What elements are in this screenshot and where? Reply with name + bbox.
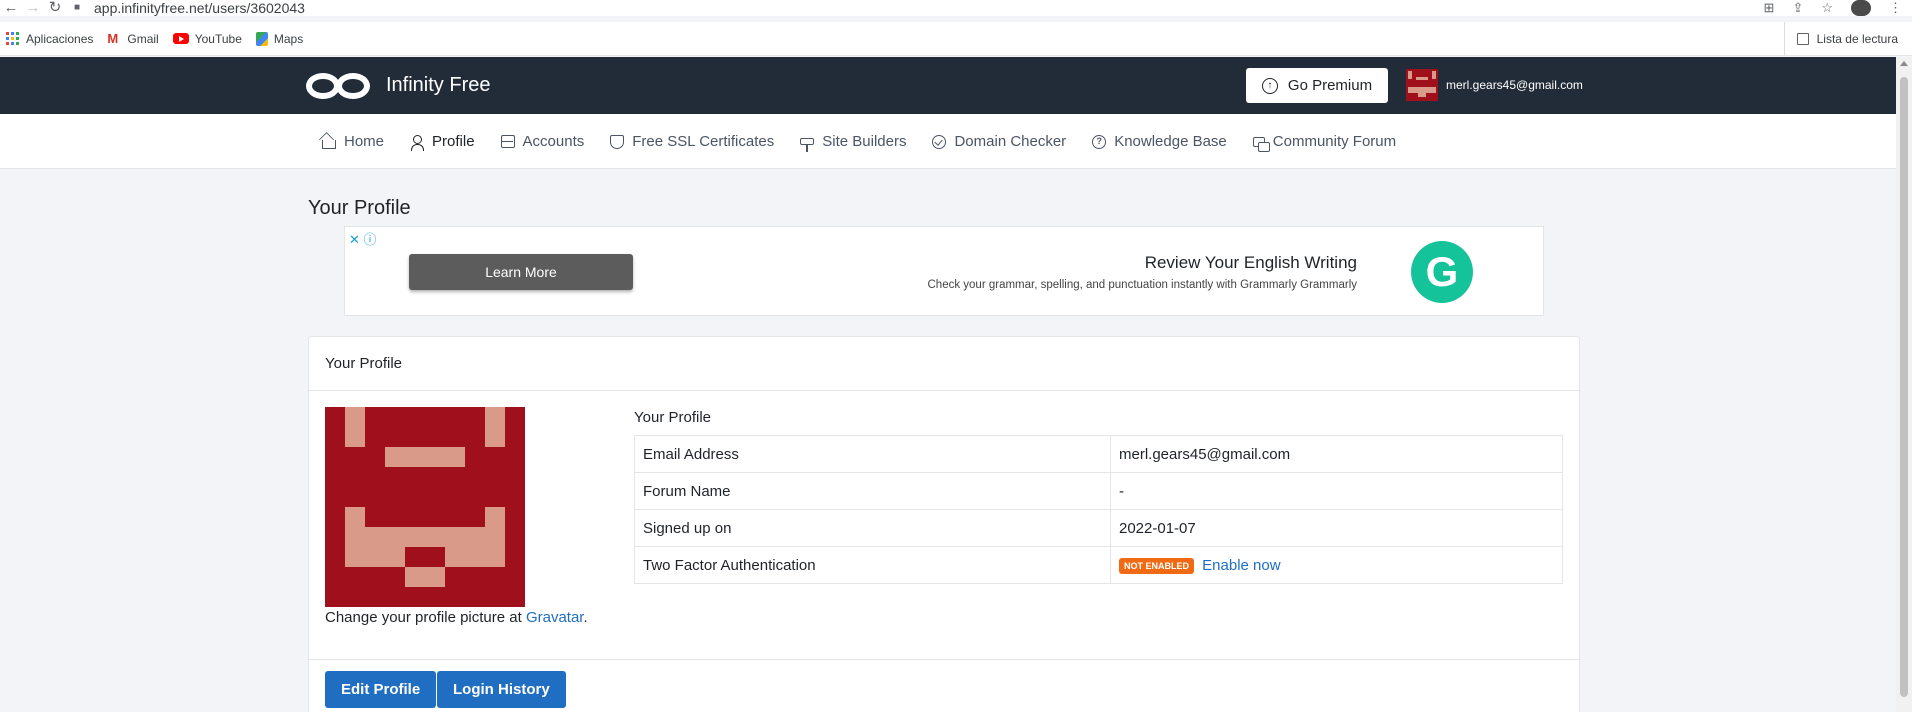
nav-item-profile[interactable]: Profile (410, 133, 475, 151)
nav-item-label: Domain Checker (954, 133, 1067, 150)
nav-item-label: Accounts (522, 133, 585, 150)
reload-icon[interactable]: ↻ (44, 0, 66, 15)
nav-item-community-forum[interactable]: Community Forum (1252, 133, 1397, 152)
row-value: 2022-01-07 (1110, 509, 1563, 547)
gravatar-link[interactable]: Gravatar (526, 609, 584, 626)
table-row: Two Factor Authentication NOT ENABLED En… (634, 546, 1563, 584)
row-value: NOT ENABLED Enable now (1110, 546, 1563, 584)
site-header: Infinity Free ↑ Go Premium merl.gears45@… (0, 57, 1896, 114)
row-label: Email Address (634, 435, 1111, 473)
nav-item-accounts[interactable]: Accounts (500, 133, 585, 150)
browser-menu-icon[interactable]: ⋮ (1889, 0, 1902, 16)
brand-name: Infinity Free (386, 73, 491, 96)
bookmark-maps[interactable]: Maps (255, 31, 304, 46)
nav-item-site-builders[interactable]: Site Builders (800, 133, 907, 152)
shield-icon (610, 134, 625, 149)
bookmark-youtube[interactable]: YouTube (172, 31, 242, 46)
infinity-logo-icon (306, 69, 372, 101)
go-premium-label: Go Premium (1287, 77, 1373, 94)
star-icon[interactable]: ☆ (1821, 0, 1833, 16)
brand-logo[interactable]: Infinity Free (306, 69, 490, 101)
nav-item-domain-checker[interactable]: Domain Checker (932, 133, 1066, 150)
apps-grid-icon (6, 31, 20, 46)
server-icon (500, 135, 515, 148)
reading-list-label: Lista de lectura (1816, 32, 1898, 46)
gravatar-caption: Change your profile picture at Gravatar. (325, 609, 588, 626)
bookmark-apps[interactable]: Aplicaciones (6, 31, 94, 46)
reading-list[interactable]: Lista de lectura (1783, 22, 1898, 56)
scroll-up-icon[interactable] (1900, 61, 1908, 66)
lock-icon: ■ (73, 2, 81, 13)
row-label: Signed up on (634, 509, 1111, 547)
table-row: Signed up on 2022-01-07 (634, 509, 1563, 547)
caption-text: Change your profile picture at (325, 609, 526, 626)
arrow-up-circle-icon: ↑ (1261, 77, 1278, 94)
url-text[interactable]: app.infinityfree.net/users/3602043 (94, 0, 305, 16)
forum-icon (1252, 136, 1270, 152)
main-nav: Home Profile Accounts Free SSL Certifica… (0, 114, 1896, 169)
edit-profile-button[interactable]: Edit Profile (325, 671, 437, 708)
nav-item-label: Free SSL Certificates (632, 133, 775, 150)
profile-card: Your Profile Change your profile picture… (308, 336, 1580, 712)
share-icon[interactable]: ⇪ (1792, 0, 1803, 16)
page-title: Your Profile (308, 197, 411, 219)
status-badge: NOT ENABLED (1119, 557, 1194, 574)
profile-section-title: Your Profile (634, 409, 711, 426)
row-value: merl.gears45@gmail.com (1110, 435, 1563, 473)
avatar (1406, 69, 1438, 101)
nav-item-home[interactable]: Home (322, 133, 384, 150)
bookmark-label: YouTube (194, 31, 242, 46)
reading-list-icon (1796, 33, 1809, 45)
grammarly-ad[interactable]: ✕ ⓘ Learn More Review Your English Writi… (344, 226, 1544, 316)
row-label: Forum Name (634, 472, 1111, 510)
nav-item-label: Site Builders (822, 133, 907, 150)
scrollbar-thumb[interactable] (1900, 77, 1908, 697)
paint-roller-icon (800, 138, 815, 152)
nav-item-label: Community Forum (1272, 133, 1397, 150)
page-scrollbar[interactable] (1896, 57, 1912, 712)
help-circle-icon: ? (1092, 134, 1107, 149)
table-row: Forum Name - (634, 472, 1563, 510)
ad-learn-more-button[interactable]: Learn More (409, 254, 633, 290)
bookmark-label: Maps (273, 31, 304, 46)
card-divider (309, 659, 1579, 660)
nav-item-knowledge-base[interactable]: ? Knowledge Base (1092, 133, 1227, 150)
ad-close-icon[interactable]: ✕ ⓘ (349, 229, 377, 248)
bookmark-gmail[interactable]: M Gmail (107, 30, 159, 46)
bookmarks-bar: Aplicaciones M Gmail YouTube Maps Lista … (0, 22, 1912, 56)
translate-icon[interactable]: ⊞ (1764, 0, 1775, 16)
user-icon (410, 134, 425, 151)
bookmark-label: Aplicaciones (26, 31, 94, 46)
ad-headline: Review Your English Writing (1144, 253, 1357, 272)
ad-subtext: Check your grammar, spelling, and punctu… (927, 279, 1358, 291)
login-history-button[interactable]: Login History (437, 671, 566, 708)
forward-icon[interactable]: → (22, 0, 44, 15)
caption-period: . (583, 609, 588, 626)
row-value: - (1110, 472, 1563, 510)
browser-address-bar: ← → ↻ ■ app.infinityfree.net/users/36020… (0, 0, 1912, 16)
enable-2fa-link[interactable]: Enable now (1202, 557, 1280, 574)
nav-item-ssl[interactable]: Free SSL Certificates (610, 133, 774, 150)
table-row: Email Address merl.gears45@gmail.com (634, 435, 1563, 473)
grammarly-logo-icon: G (1411, 241, 1473, 303)
bookmark-label: Gmail (127, 31, 159, 46)
youtube-icon (172, 33, 189, 44)
nav-item-label: Knowledge Base (1114, 133, 1227, 150)
back-icon[interactable]: ← (0, 0, 22, 15)
check-circle-icon (932, 134, 947, 149)
user-email: merl.gears45@gmail.com (1446, 78, 1583, 92)
profile-table: Email Address merl.gears45@gmail.com For… (634, 435, 1563, 584)
nav-item-label: Profile (432, 133, 475, 150)
gmail-icon: M (107, 30, 119, 46)
browser-profile-avatar[interactable] (1851, 0, 1871, 16)
user-menu[interactable]: merl.gears45@gmail.com (1406, 69, 1583, 101)
go-premium-button[interactable]: ↑ Go Premium (1246, 68, 1388, 103)
nav-item-label: Home (344, 133, 385, 150)
gravatar-image (325, 407, 525, 607)
home-icon (322, 139, 336, 149)
row-label: Two Factor Authentication (634, 546, 1111, 584)
card-title: Your Profile (309, 337, 1579, 391)
maps-icon (255, 31, 268, 46)
